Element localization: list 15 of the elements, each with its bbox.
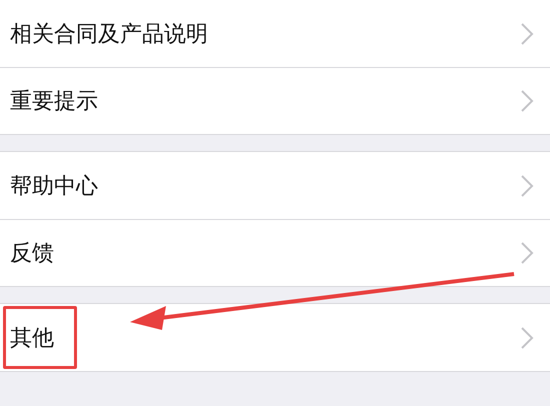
chevron-icon bbox=[520, 22, 534, 46]
chevron-icon bbox=[520, 174, 534, 198]
list-item[interactable]: 反馈 bbox=[0, 219, 550, 286]
item-label: 帮助中心 bbox=[10, 172, 98, 200]
list-item[interactable]: 帮助中心 bbox=[0, 152, 550, 219]
list-item[interactable]: 重要提示 bbox=[0, 67, 550, 134]
chevron-icon bbox=[520, 241, 534, 265]
list-item[interactable]: 其他 bbox=[0, 304, 550, 371]
list-item[interactable]: 相关合同及产品说明 bbox=[0, 0, 550, 67]
chevron-icon bbox=[520, 326, 534, 350]
chevron-icon bbox=[520, 89, 534, 113]
item-label: 相关合同及产品说明 bbox=[10, 20, 208, 48]
item-label: 其他 bbox=[10, 324, 54, 352]
item-label: 反馈 bbox=[10, 240, 54, 268]
item-label: 重要提示 bbox=[10, 88, 98, 116]
